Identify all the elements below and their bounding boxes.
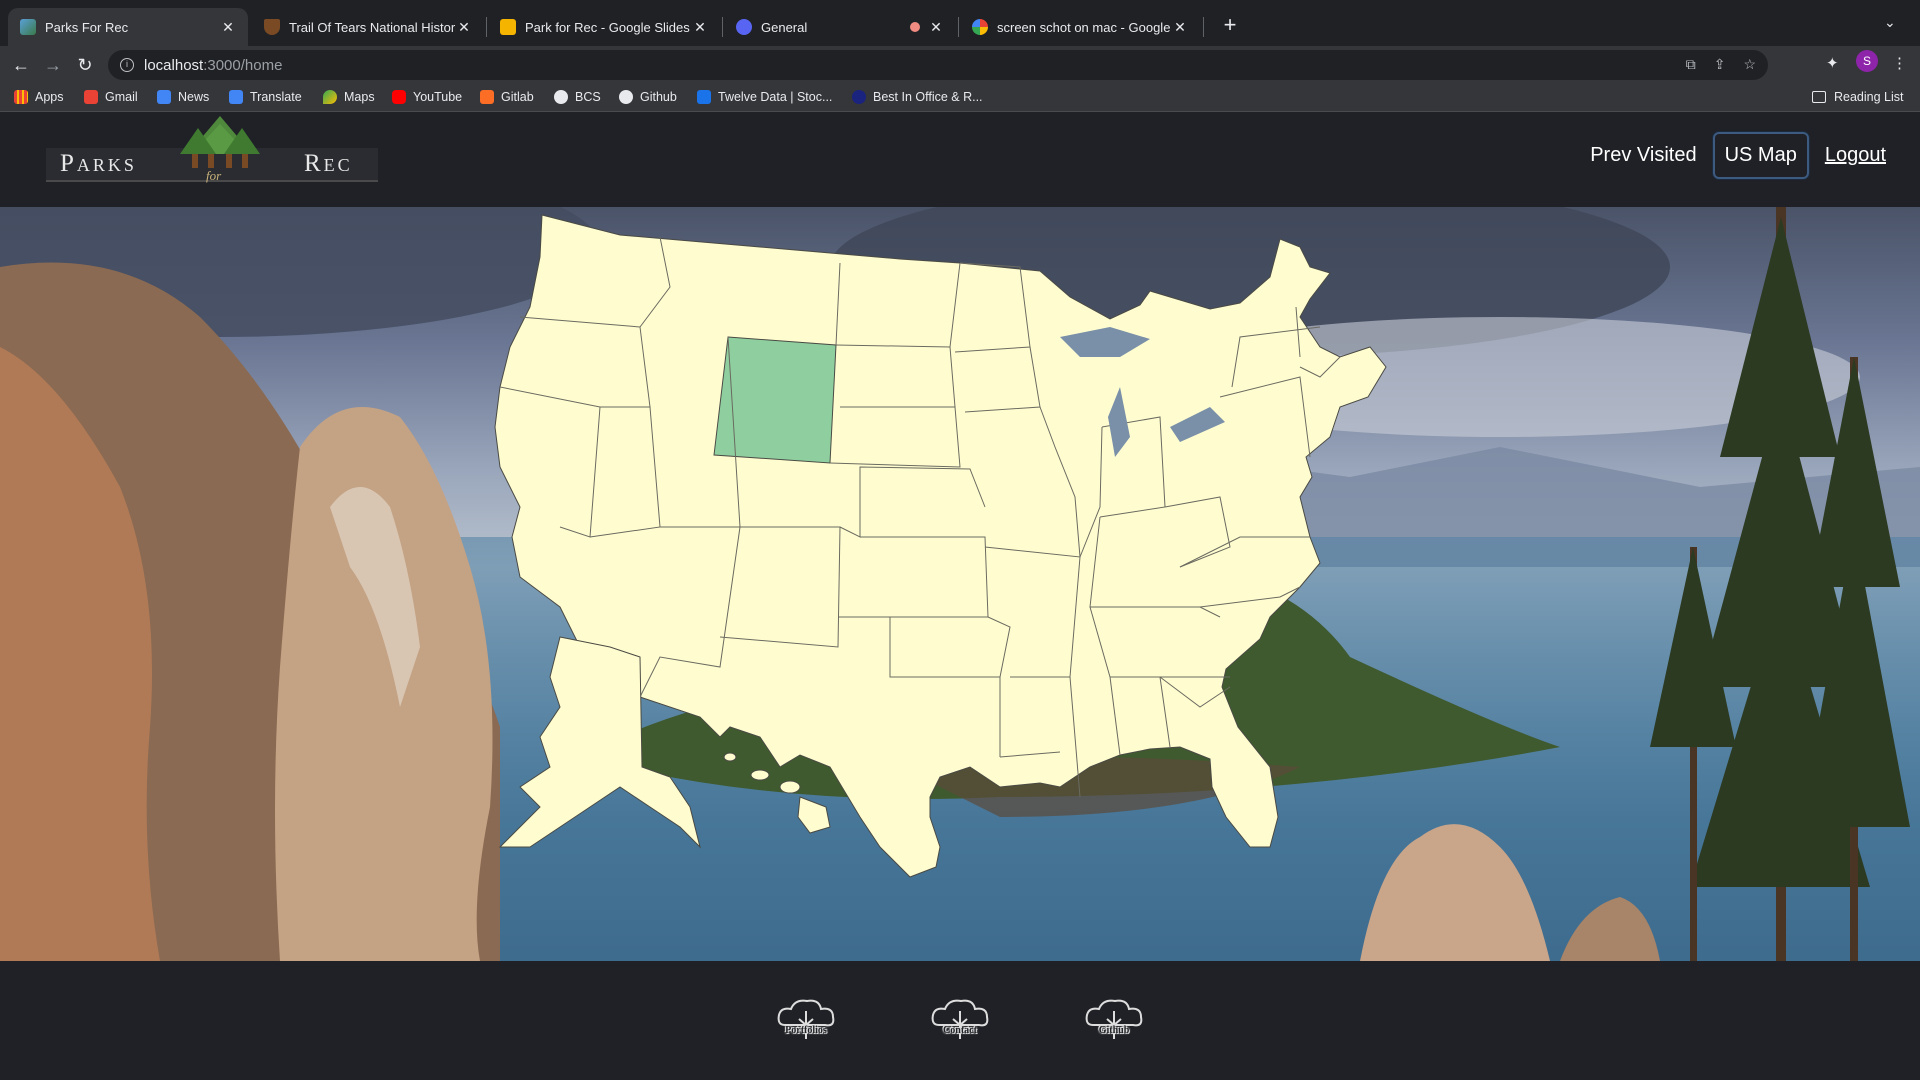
tab-title: screen schot on mac - Google [997,19,1171,35]
bookmark-label: Twelve Data | Stoc... [718,90,833,104]
bookmark-label: News [178,90,210,104]
url-host: localhost [144,56,204,74]
bookmark-github[interactable]: Github [619,90,677,104]
new-tab-button[interactable]: + [1216,12,1244,40]
tab-separator [486,17,487,37]
tab-google-search[interactable]: screen schot on mac - Google ✕ [960,8,1200,46]
tab-search-chevron-icon[interactable]: ⌄ [1884,14,1896,31]
bookmark-star-icon[interactable]: ☆ [1743,56,1756,73]
profile-avatar[interactable]: S [1856,50,1878,72]
nps-arrowhead-icon [264,19,280,35]
tab-parks-for-rec[interactable]: Parks For Rec ✕ [8,8,248,46]
discord-icon [736,19,752,35]
apps-grid-icon [14,90,28,104]
site-logo[interactable]: Parks Rec for [46,112,378,207]
globe-icon [554,90,568,104]
tab-google-slides[interactable]: Park for Rec - Google Slides ✕ [488,8,720,46]
close-icon[interactable]: ✕ [1172,19,1188,36]
footer-link-label: Portfolios [785,1025,827,1036]
nav-us-map[interactable]: US Map [1712,132,1809,179]
main-nav: Prev Visited US Map Logout [1580,132,1896,179]
bookmark-gmail[interactable]: Gmail [84,90,138,104]
best-in-office-icon [852,90,866,104]
bookmark-label: Maps [344,90,375,104]
bookmark-apps[interactable]: Apps [14,90,64,104]
tab-favicon-icon [20,19,36,35]
footer-link-contact[interactable]: Contact [927,995,993,1045]
google-translate-icon [229,90,243,104]
site-header: Parks Rec for Prev Visited US Map Logout [0,112,1920,207]
bookmark-label: Translate [250,90,302,104]
reading-list-icon [1812,91,1826,103]
bookmark-best-in-office[interactable]: Best In Office & R... [852,90,983,104]
tab-separator [1203,17,1204,37]
tab-discord-general[interactable]: General ✕ [724,8,956,46]
tab-title: Trail Of Tears National Historic [289,19,456,35]
twelve-data-icon [697,90,711,104]
google-news-icon [157,90,171,104]
site-footer: Portfolios Contact Github [0,961,1920,1080]
close-icon[interactable]: ✕ [220,19,236,36]
reading-list-button[interactable]: Reading List [1812,90,1904,104]
tab-title: Parks For Rec [45,19,129,35]
gmail-icon [84,90,98,104]
bookmark-label: Gmail [105,90,138,104]
bookmark-gitlab[interactable]: Gitlab [480,90,534,104]
footer-link-portfolios[interactable]: Portfolios [773,995,839,1045]
bookmark-label: BCS [575,90,601,104]
close-icon[interactable]: ✕ [692,19,708,36]
nav-logout[interactable]: Logout [1815,134,1896,177]
close-icon[interactable]: ✕ [456,19,472,36]
tab-title: Park for Rec - Google Slides [525,19,690,35]
bookmark-label: Github [640,90,677,104]
tab-trail-of-tears[interactable]: Trail Of Tears National Historic ✕ [252,8,484,46]
gitlab-icon [480,90,494,104]
nav-prev-visited[interactable]: Prev Visited [1580,134,1706,177]
recording-indicator-icon [910,22,920,32]
bookmark-label: Best In Office & R... [873,90,983,104]
google-icon [972,19,988,35]
forward-button[interactable]: → [40,52,66,78]
bookmark-translate[interactable]: Translate [229,90,302,104]
footer-link-github[interactable]: Github [1081,995,1147,1045]
browser-tab-strip: Parks For Rec ✕ Trail Of Tears National … [0,0,1920,46]
tab-separator [722,17,723,37]
browser-menu-icon[interactable]: ⋮ [1892,54,1907,72]
open-in-app-icon[interactable]: ⧉ [1686,56,1696,73]
share-icon[interactable]: ⇪ [1714,56,1726,73]
bookmark-label: YouTube [413,90,463,104]
bookmark-label: Gitlab [501,90,534,104]
google-maps-icon [323,90,337,104]
bookmark-bcs[interactable]: BCS [554,90,601,104]
tab-separator [958,17,959,37]
bookmark-maps[interactable]: Maps [323,90,375,104]
bookmark-twelve-data[interactable]: Twelve Data | Stoc... [697,90,832,104]
back-button[interactable]: ← [8,52,34,78]
logo-word-parks: Parks [60,150,137,177]
github-icon [619,90,633,104]
logo-word-for: for [206,168,222,183]
address-bar[interactable]: i localhost:3000/home ⧉ ⇪ ☆ [108,50,1768,80]
reload-button[interactable]: ↻ [72,52,98,78]
google-slides-icon [500,19,516,35]
reading-list-label: Reading List [1834,90,1904,104]
footer-link-label: Contact [943,1025,977,1036]
close-icon[interactable]: ✕ [928,19,944,36]
url-path: :3000/home [203,56,283,74]
site-info-icon[interactable]: i [120,58,134,72]
hero-map-section [0,207,1920,961]
extensions-puzzle-icon[interactable]: ✦ [1826,54,1839,72]
bookmark-label: Apps [35,90,64,104]
bookmarks-bar: Apps Gmail News Translate Maps YouTube G… [0,84,1920,112]
landscape-painting-background [0,207,1920,961]
tab-title: General [761,19,808,35]
browser-toolbar: ← → ↻ i localhost:3000/home ⧉ ⇪ ☆ ✦ ⋮ [0,46,1920,84]
logo-word-rec: Rec [304,150,353,177]
youtube-icon [392,90,406,104]
bookmark-news[interactable]: News [157,90,209,104]
footer-link-label: Github [1098,1025,1130,1036]
bookmark-youtube[interactable]: YouTube [392,90,462,104]
